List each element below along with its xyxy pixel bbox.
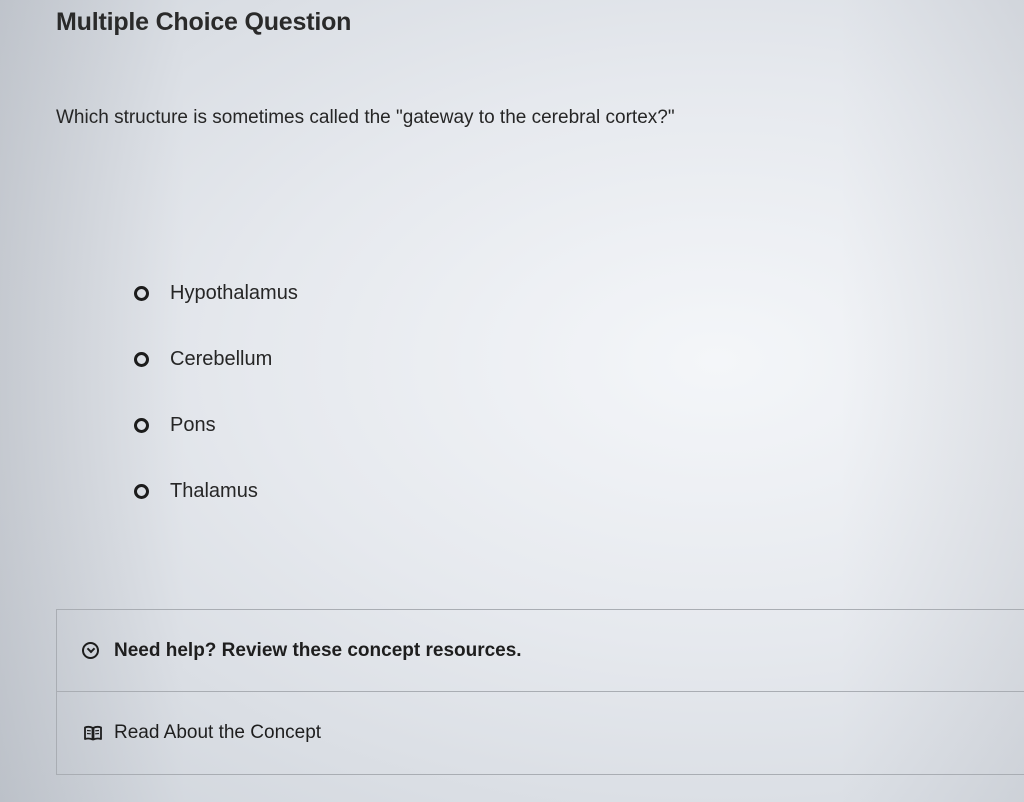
option-cerebellum[interactable]: Cerebellum (134, 326, 298, 392)
question-text: Which structure is sometimes called the … (56, 107, 675, 128)
book-icon (84, 725, 102, 741)
chevron-down-circle-icon (82, 642, 99, 659)
page-title: Multiple Choice Question (56, 8, 352, 36)
option-label: Cerebellum (170, 347, 273, 370)
option-label: Hypothalamus (170, 281, 298, 304)
option-label: Pons (170, 413, 216, 436)
read-concept-link[interactable]: Read About the Concept (57, 692, 1024, 774)
radio-button[interactable] (134, 483, 149, 499)
option-pons[interactable]: Pons (134, 392, 298, 458)
radio-button[interactable] (134, 351, 149, 367)
answer-options: Hypothalamus Cerebellum Pons Thalamus (134, 260, 298, 524)
radio-button[interactable] (134, 417, 149, 433)
option-hypothalamus[interactable]: Hypothalamus (134, 260, 298, 326)
option-thalamus[interactable]: Thalamus (134, 458, 298, 524)
help-panel: Need help? Review these concept resource… (56, 609, 1024, 775)
read-concept-label: Read About the Concept (114, 722, 322, 743)
help-title: Need help? Review these concept resource… (114, 639, 522, 661)
radio-button[interactable] (134, 285, 149, 301)
option-label: Thalamus (170, 479, 258, 502)
help-toggle[interactable]: Need help? Review these concept resource… (57, 610, 1024, 692)
